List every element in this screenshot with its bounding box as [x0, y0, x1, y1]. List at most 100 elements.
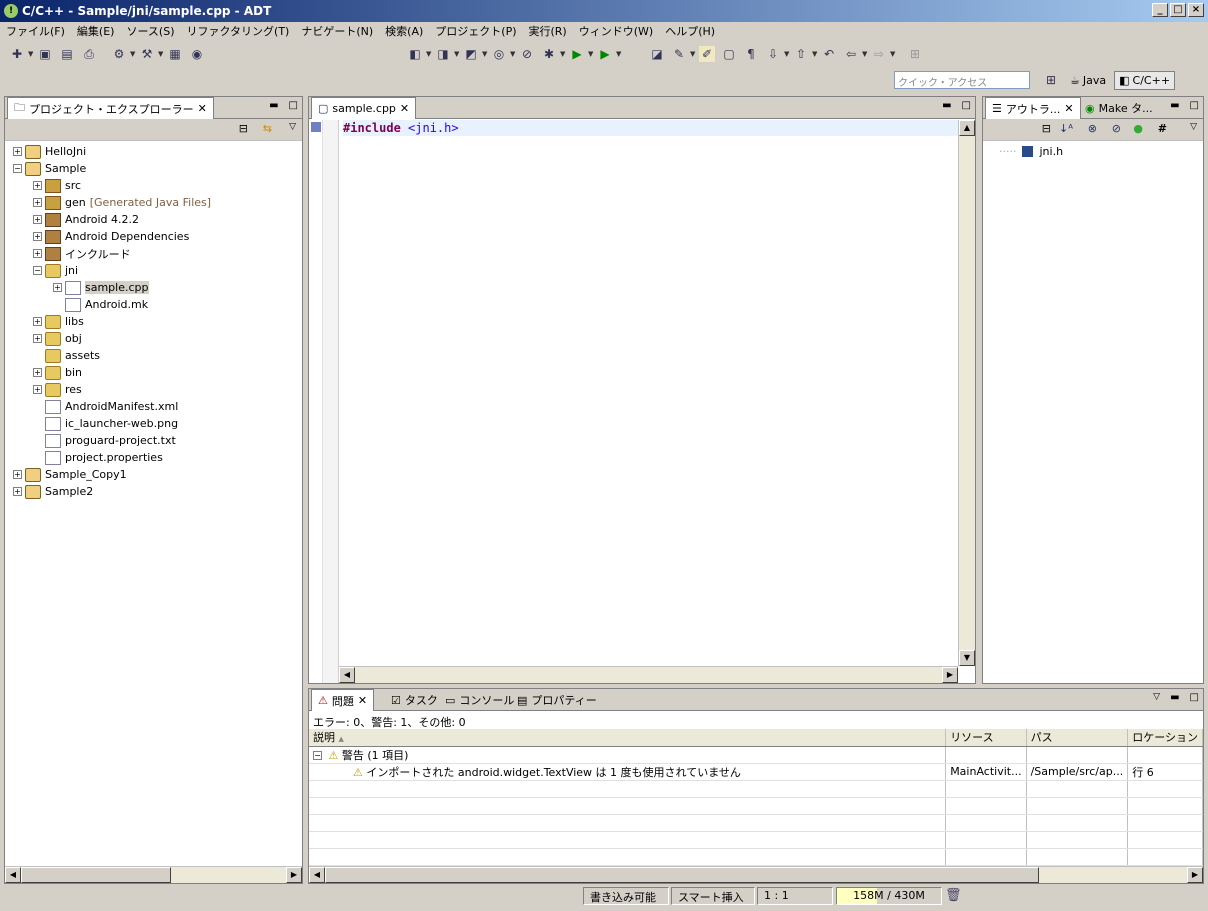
build-config-icon[interactable]: ⚙ — [111, 46, 127, 62]
expand-icon[interactable]: + — [53, 283, 62, 292]
open-type-icon[interactable]: ◪ — [649, 46, 665, 62]
code-area[interactable]: #include <jni.h> ▲ ▼ ◀ ▶ — [309, 120, 975, 683]
minimize-view-icon[interactable]: ▬ — [1170, 100, 1179, 111]
external-tools-icon[interactable]: ▶ — [597, 46, 613, 62]
scroll-left-icon[interactable]: ◀ — [5, 867, 21, 883]
new-cpp-class-icon[interactable]: ◧ — [407, 46, 423, 62]
hide-fields-icon[interactable]: ⊗ — [1088, 122, 1097, 135]
minimize-view-icon[interactable]: ▬ — [1170, 692, 1179, 703]
sort-icon[interactable]: ↓ᴬ — [1059, 122, 1073, 135]
dropdown-arrow-icon[interactable]: ▼ — [690, 50, 696, 58]
perspective-java[interactable]: ☕ Java — [1066, 72, 1110, 89]
col-path[interactable]: パス — [1026, 729, 1129, 747]
problems-hscrollbar[interactable]: ◀ ▶ — [309, 866, 1203, 883]
dropdown-arrow-icon[interactable]: ▼ — [510, 50, 516, 58]
editor-hscrollbar[interactable]: ◀ ▶ — [339, 666, 958, 683]
outline-item[interactable]: ····· jni.h — [999, 145, 1063, 158]
menu-file[interactable]: ファイル(F) — [0, 23, 71, 39]
open-perspective-icon[interactable]: ⊞ — [1043, 72, 1059, 88]
expand-icon[interactable]: + — [33, 334, 42, 343]
tree-item[interactable]: − jni — [9, 262, 302, 279]
expand-icon[interactable]: + — [33, 198, 42, 207]
build-hammer-icon[interactable]: ⚒ — [139, 46, 155, 62]
editor-vscrollbar[interactable]: ▲ ▼ — [958, 120, 975, 666]
collapse-all-icon[interactable]: ⊟ — [1042, 122, 1051, 135]
menu-search[interactable]: 検索(A) — [379, 23, 429, 39]
prev-annotation-icon[interactable]: ⇧ — [793, 46, 809, 62]
forward-icon[interactable]: ⇨ — [871, 46, 887, 62]
maximize-view-icon[interactable]: □ — [1190, 100, 1199, 111]
col-description[interactable]: 説明 ▲ — [309, 729, 947, 747]
dropdown-arrow-icon[interactable]: ▼ — [812, 50, 818, 58]
tab-project-explorer[interactable]: 🗀 プロジェクト・エクスプローラー ✕ — [7, 97, 214, 119]
tree-item[interactable]: + Sample2 — [9, 483, 302, 500]
code-line-1[interactable]: #include <jni.h> — [343, 120, 975, 136]
maximize-view-icon[interactable]: □ — [289, 100, 298, 111]
tab-sample-cpp[interactable]: ▢ sample.cpp ✕ — [311, 97, 417, 119]
close-icon[interactable]: ✕ — [400, 102, 409, 115]
search-icon[interactable]: ✎ — [671, 46, 687, 62]
maximize-view-icon[interactable]: □ — [962, 100, 971, 111]
collapse-toggle[interactable]: − — [313, 751, 322, 760]
tree-item[interactable]: + Sample_Copy1 — [9, 466, 302, 483]
menu-help[interactable]: ヘルプ(H) — [659, 23, 721, 39]
tree-item[interactable]: + libs — [9, 313, 302, 330]
dropdown-arrow-icon[interactable]: ▼ — [890, 50, 896, 58]
new-folder-icon[interactable]: ◨ — [435, 46, 451, 62]
dropdown-arrow-icon[interactable]: ▼ — [130, 50, 136, 58]
dropdown-arrow-icon[interactable]: ▼ — [588, 50, 594, 58]
hide-static-icon[interactable]: ⊘ — [1112, 122, 1121, 135]
tree-item[interactable]: + Android Dependencies — [9, 228, 302, 245]
col-resource[interactable]: リソース — [945, 729, 1027, 747]
target-icon[interactable]: ◉ — [189, 46, 205, 62]
view-menu-icon[interactable]: ▽ — [1190, 122, 1197, 132]
hide-nonpublic-icon[interactable]: ● — [1133, 122, 1143, 135]
debug-icon[interactable]: ✱ — [541, 46, 557, 62]
collapse-icon[interactable]: − — [13, 164, 22, 173]
tree-item[interactable]: + obj — [9, 330, 302, 347]
explorer-hscroll-thumb[interactable] — [21, 867, 171, 883]
quick-access-input[interactable]: クイック・アクセス — [894, 71, 1030, 89]
tree-item[interactable]: − Sample — [9, 160, 302, 177]
warning-group-row[interactable]: − ⚠ 警告 (1 項目) — [309, 746, 1203, 764]
problems-hscroll-thumb[interactable] — [325, 867, 1039, 883]
back-icon[interactable]: ⇦ — [843, 46, 859, 62]
tab-make-target[interactable]: ◉ Make タ... — [1079, 97, 1159, 119]
tree-item[interactable]: AndroidManifest.xml — [9, 398, 302, 415]
scroll-right-icon[interactable]: ▶ — [1187, 867, 1203, 883]
binary-icon[interactable]: ▦ — [167, 46, 183, 62]
tree-item[interactable]: ic_launcher-web.png — [9, 415, 302, 432]
dropdown-arrow-icon[interactable]: ▼ — [482, 50, 488, 58]
trash-gc-icon[interactable]: 🗑 — [945, 888, 962, 903]
tree-item[interactable]: assets — [9, 347, 302, 364]
scroll-up-icon[interactable]: ▲ — [959, 120, 975, 136]
minimize-view-icon[interactable]: ▬ — [942, 100, 951, 111]
save-icon[interactable]: ▣ — [37, 46, 53, 62]
tree-item[interactable]: project.properties — [9, 449, 302, 466]
expand-icon[interactable]: + — [33, 249, 42, 258]
maximize-view-icon[interactable]: □ — [1190, 692, 1199, 703]
expand-icon[interactable]: + — [13, 147, 22, 156]
dropdown-arrow-icon[interactable]: ▼ — [784, 50, 790, 58]
tab-tasks[interactable]: ☑ タスク — [385, 689, 444, 711]
new-class-icon[interactable]: ◎ — [491, 46, 507, 62]
expand-icon[interactable]: + — [33, 215, 42, 224]
minimize-button[interactable]: _ — [1152, 3, 1168, 17]
explorer-hscrollbar[interactable]: ◀ ▶ — [5, 866, 302, 883]
expand-icon[interactable]: + — [33, 181, 42, 190]
expand-icon[interactable]: + — [13, 487, 22, 496]
save-all-icon[interactable]: ▤ — [59, 46, 75, 62]
tree-item[interactable]: + HelloJni — [9, 143, 302, 160]
close-icon[interactable]: ✕ — [1064, 102, 1073, 115]
tree-item[interactable]: + res — [9, 381, 302, 398]
dropdown-arrow-icon[interactable]: ▼ — [560, 50, 566, 58]
heap-status[interactable]: 158M / 430M — [836, 887, 942, 905]
menu-run[interactable]: 実行(R) — [523, 23, 573, 39]
tab-problems[interactable]: ⚠ 問題 ✕ — [311, 689, 375, 711]
minimize-view-icon[interactable]: ▬ — [269, 100, 278, 111]
scroll-left-icon[interactable]: ◀ — [339, 667, 355, 683]
new-icon[interactable]: ✚ — [9, 46, 25, 62]
dropdown-arrow-icon[interactable]: ▼ — [158, 50, 164, 58]
run-icon[interactable]: ▶ — [569, 46, 585, 62]
dropdown-arrow-icon[interactable]: ▼ — [28, 50, 34, 58]
